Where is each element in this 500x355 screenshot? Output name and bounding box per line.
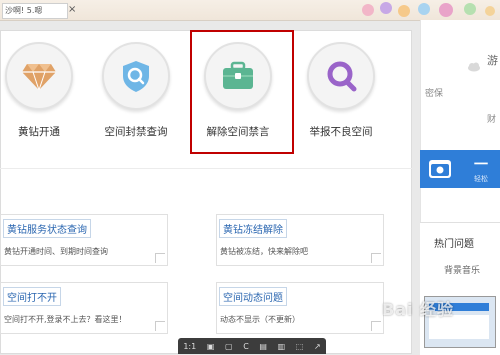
highlight-box bbox=[190, 30, 294, 154]
sidebar-title: 游 bbox=[487, 54, 498, 67]
service-item-report[interactable]: 举报不良空间 bbox=[296, 42, 386, 139]
service-icon-circle[interactable] bbox=[102, 42, 170, 110]
address-tab[interactable]: 沙啊! 5.嗯 bbox=[2, 3, 68, 19]
section-divider bbox=[0, 168, 412, 169]
magnifier-icon bbox=[327, 61, 357, 92]
service-label: 黄钻开通 bbox=[18, 126, 60, 138]
corner-fold-icon bbox=[155, 253, 165, 263]
decorative-banner-icon bbox=[362, 2, 495, 17]
faq-card-desc: 空间打不开,登录不上去？看这里！ bbox=[4, 315, 127, 324]
faq-card[interactable]: 空间动态问题 动态不显示（不更新） bbox=[216, 282, 384, 334]
upload-button[interactable]: 一 轻松 bbox=[420, 150, 500, 188]
frame-button[interactable]: ▢ bbox=[225, 342, 233, 351]
hot-question-item[interactable]: 背景音乐 bbox=[444, 263, 480, 276]
save-button[interactable]: ▤ bbox=[259, 342, 267, 351]
faq-card-desc: 动态不显示（不更新） bbox=[220, 315, 300, 324]
service-item-yellow-diamond[interactable]: 黄钻开通 bbox=[0, 42, 84, 139]
shield-search-icon bbox=[123, 61, 149, 92]
upload-button-label: 一 bbox=[474, 157, 488, 173]
share-button[interactable]: ↗ bbox=[314, 342, 321, 351]
corner-fold-icon bbox=[155, 321, 165, 331]
faq-card-title[interactable]: 黄钻冻结解除 bbox=[219, 219, 287, 238]
camera-icon bbox=[429, 160, 451, 178]
zoom-actual-size-button[interactable]: 1:1 bbox=[183, 342, 196, 351]
faq-card-desc: 黄钻被冻结，快来解除吧 bbox=[220, 247, 308, 256]
faq-card-title[interactable]: 空间打不开 bbox=[3, 287, 61, 306]
watermark-text: Bai 经验 bbox=[382, 300, 455, 319]
service-label: 举报不良空间 bbox=[309, 126, 373, 138]
service-icon-circle[interactable] bbox=[5, 42, 73, 110]
service-item-ban-query[interactable]: 空间封禁查询 bbox=[91, 42, 181, 139]
faq-card-title[interactable]: 黄钻服务状态查询 bbox=[3, 219, 91, 238]
faq-card[interactable]: 黄钻服务状态查询 黄钻开通时间、到期时间查询 bbox=[0, 214, 168, 266]
faq-card[interactable]: 黄钻冻结解除 黄钻被冻结，快来解除吧 bbox=[216, 214, 384, 266]
faq-card[interactable]: 空间打不开 空间打不开,登录不上去？看这里！ bbox=[0, 282, 168, 334]
gallery-button[interactable]: ▥ bbox=[278, 342, 286, 351]
service-icon-circle[interactable] bbox=[307, 42, 375, 110]
rotate-button[interactable]: C bbox=[243, 342, 249, 351]
corner-fold-icon bbox=[371, 253, 381, 263]
faq-card-title[interactable]: 空间动态问题 bbox=[219, 287, 287, 306]
service-label: 空间封禁查询 bbox=[104, 126, 168, 138]
hot-questions-title: 热门问题 bbox=[434, 239, 474, 250]
sidebar-label-finance: 财 bbox=[487, 115, 497, 125]
fullscreen-button[interactable]: ⬚ bbox=[296, 342, 304, 351]
corner-fold-icon bbox=[371, 321, 381, 331]
sidebar-label-security: 密保 bbox=[425, 89, 444, 99]
browser-top-strip: 沙啊! 5.嗯 × bbox=[0, 0, 500, 21]
close-icon[interactable]: × bbox=[68, 4, 76, 15]
image-viewer-toolbar: 1:1 ▣ ▢ C ▤ ▥ ⬚ ↗ bbox=[178, 338, 326, 354]
fit-window-button[interactable]: ▣ bbox=[207, 342, 215, 351]
upload-button-sub: 轻松 bbox=[474, 175, 488, 183]
cloud-icon bbox=[468, 62, 480, 72]
faq-card-desc: 黄钻开通时间、到期时间查询 bbox=[4, 247, 108, 256]
diamond-icon bbox=[22, 64, 56, 91]
